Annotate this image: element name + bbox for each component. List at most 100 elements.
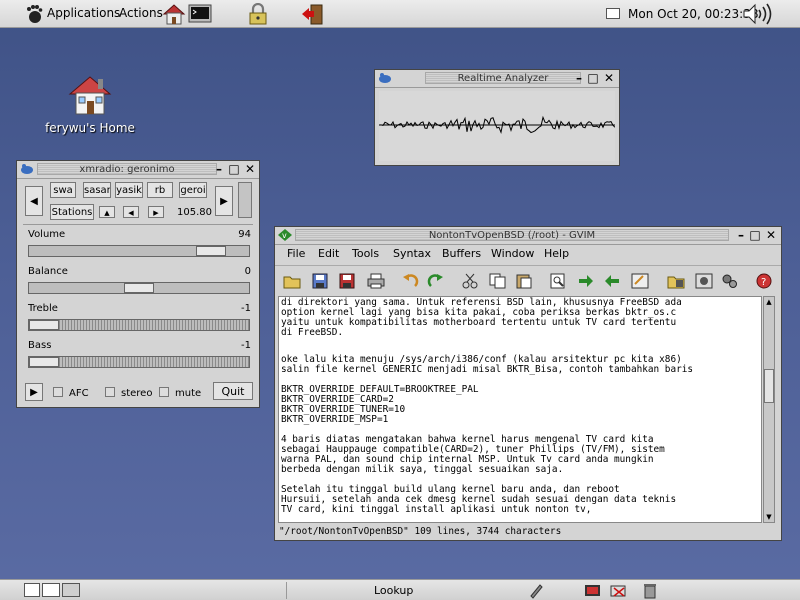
applications-menu[interactable]: Applications [47, 6, 120, 20]
load-session-icon[interactable] [631, 273, 649, 289]
menu-file[interactable]: File [287, 247, 305, 260]
run-script-icon[interactable] [695, 273, 713, 289]
scroll-down-arrow[interactable]: ▼ [765, 513, 773, 521]
maximize-button[interactable]: □ [587, 72, 599, 84]
preset-button-1[interactable]: swa [50, 182, 76, 198]
seek-prev-button[interactable]: ◀ [123, 206, 139, 218]
afc-checkbox[interactable]: AFC [53, 387, 89, 399]
tray-trash-icon[interactable] [642, 582, 658, 599]
volume-value: 94 [238, 229, 251, 240]
stereo-checkbox-box[interactable] [105, 387, 115, 397]
app-menu-icon[interactable] [378, 72, 392, 84]
volume-thumb[interactable] [196, 246, 226, 256]
quit-button[interactable]: Quit [213, 382, 253, 400]
minimize-button[interactable]: – [573, 72, 585, 84]
bass-slider[interactable] [28, 356, 250, 368]
scroll-up-arrow[interactable]: ▲ [765, 298, 773, 306]
balance-thumb[interactable] [124, 283, 154, 293]
editor-line: di FreeBSD. [281, 327, 344, 338]
cut-icon[interactable] [461, 273, 479, 289]
vim-icon[interactable]: v [278, 229, 292, 241]
show-desktop-icon[interactable] [24, 583, 40, 597]
afc-checkbox-box[interactable] [53, 387, 63, 397]
stereo-checkbox[interactable]: stereo [105, 387, 152, 399]
actions-menu[interactable]: Actions [119, 6, 163, 20]
preset-button-2[interactable]: sasar [83, 182, 111, 198]
close-button[interactable]: ✕ [244, 163, 256, 175]
print-icon[interactable] [367, 273, 385, 289]
save-icon[interactable] [311, 273, 329, 289]
preset-button-3[interactable]: yasik [115, 182, 143, 198]
tray-network-icon[interactable] [610, 583, 628, 599]
redo-icon[interactable] [427, 273, 445, 289]
treble-slider[interactable] [28, 319, 250, 331]
gnome-foot-icon[interactable] [25, 4, 43, 24]
close-button[interactable]: ✕ [765, 229, 777, 241]
desktop-home-icon[interactable]: ferywu's Home [40, 74, 140, 135]
preset-button-4[interactable]: rb [147, 182, 173, 198]
workspace-switcher-2[interactable] [62, 583, 80, 597]
logout-icon[interactable] [300, 3, 324, 25]
prev-station-button[interactable]: ◀ [25, 186, 43, 216]
copy-icon[interactable] [489, 273, 507, 289]
stations-button[interactable]: Stations [50, 204, 94, 220]
next-station-button[interactable]: ▶ [215, 186, 233, 216]
maximize-button[interactable]: □ [228, 163, 240, 175]
taskbar-lookup-button[interactable]: Lookup [370, 582, 417, 599]
undo-icon[interactable] [401, 273, 419, 289]
menu-buffers[interactable]: Buffers [442, 247, 481, 260]
analyzer-titlebar[interactable]: Realtime Analyzer – □ ✕ [375, 70, 619, 88]
terminal-launcher-icon[interactable] [188, 3, 212, 25]
gvim-title: NontonTvOpenBSD (/root) - GVIM [295, 229, 729, 241]
open-file-icon[interactable] [283, 273, 301, 289]
menu-syntax[interactable]: Syntax [393, 247, 431, 260]
scroll-thumb[interactable] [764, 369, 774, 403]
mute-checkbox[interactable]: mute [159, 387, 201, 399]
paste-icon[interactable] [515, 273, 533, 289]
volume-slider[interactable] [28, 245, 250, 257]
treble-label: Treble [28, 303, 58, 314]
bass-thumb[interactable] [29, 357, 59, 367]
gvim-titlebar[interactable]: v NontonTvOpenBSD (/root) - GVIM – □ ✕ [275, 227, 781, 245]
balance-value: 0 [244, 266, 251, 277]
clock[interactable]: Mon Oct 20, 00:23:38 [628, 7, 758, 21]
minimize-button[interactable]: – [213, 163, 225, 175]
find-replace-icon[interactable] [549, 273, 567, 289]
mute-checkbox-box[interactable] [159, 387, 169, 397]
svg-text:v: v [282, 231, 287, 240]
save-session-icon[interactable] [667, 273, 685, 289]
menu-tools[interactable]: Tools [352, 247, 379, 260]
menu-window[interactable]: Window [491, 247, 534, 260]
menu-help[interactable]: Help [544, 247, 569, 260]
minimize-button[interactable]: – [735, 229, 747, 241]
seek-next-button[interactable]: ▶ [148, 206, 164, 218]
make-icon[interactable] [721, 273, 739, 289]
tray-pen-icon[interactable] [528, 583, 544, 599]
lock-screen-icon[interactable] [246, 3, 270, 25]
close-button[interactable]: ✕ [603, 72, 615, 84]
find-prev-icon[interactable] [603, 273, 621, 289]
help-icon[interactable]: ? [755, 273, 773, 289]
menubar-divider [275, 265, 781, 266]
text-editor-area[interactable]: di direktori yang sama. Untuk referensi … [278, 296, 762, 523]
save-all-icon[interactable] [339, 273, 357, 289]
tune-up-button[interactable]: ▲ [99, 206, 115, 218]
treble-thumb[interactable] [29, 320, 59, 330]
editor-scrollbar[interactable]: ▲ ▼ [763, 296, 775, 523]
tray-monitor-icon[interactable] [584, 583, 602, 599]
app-menu-icon[interactable] [20, 163, 34, 175]
menu-edit[interactable]: Edit [318, 247, 339, 260]
editor-line: BKTR_OVERRIDE_MSP=1 [281, 414, 389, 425]
preset-button-5[interactable]: geroi [179, 182, 207, 198]
play-button[interactable]: ▶ [25, 383, 43, 401]
xmradio-titlebar[interactable]: xmradio: geronimo – □ ✕ [17, 161, 259, 179]
volume-icon[interactable] [742, 2, 776, 26]
workspace-switcher[interactable] [42, 583, 60, 597]
balance-slider[interactable] [28, 282, 250, 294]
find-next-icon[interactable] [577, 273, 595, 289]
status-line: "/root/NontonTvOpenBSD" 109 lines, 3744 … [279, 526, 562, 537]
maximize-button[interactable]: □ [749, 229, 761, 241]
xmradio-title: xmradio: geronimo [37, 163, 217, 175]
preset-scrollbar[interactable] [238, 182, 252, 218]
home-launcher-icon[interactable] [162, 3, 186, 25]
